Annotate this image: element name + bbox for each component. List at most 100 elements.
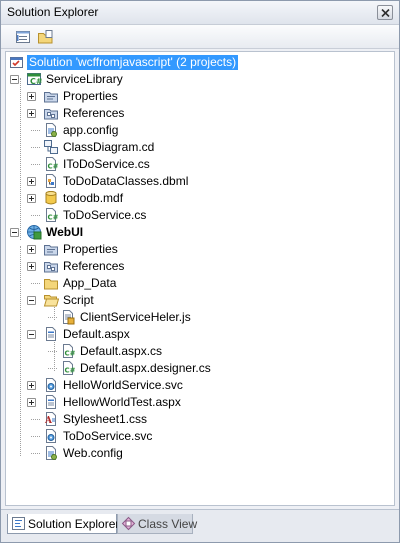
expand-icon[interactable] [27, 177, 36, 186]
tree-connector [48, 317, 57, 318]
close-button[interactable] [377, 5, 393, 20]
tree-item-label: HelloWorldService.svc [63, 378, 183, 392]
tree-row[interactable]: A Stylesheet1.css [6, 411, 394, 428]
tree-item-label: Default.aspx.designer.cs [80, 361, 211, 375]
tree-item-label: Stylesheet1.css [63, 412, 148, 426]
svc-file-icon [43, 377, 59, 393]
css-file-icon: A [43, 411, 59, 427]
tab-solution-explorer[interactable]: Solution Explorer [7, 514, 119, 534]
tree-item-label: ClassDiagram.cd [63, 140, 155, 154]
tree-row[interactable]: Default.aspx [6, 326, 394, 343]
tree-row[interactable]: References [6, 258, 394, 275]
aspx-file-icon [43, 326, 59, 342]
tree-row[interactable]: WebUI [6, 224, 394, 241]
tree-row[interactable]: ClientServiceHeler.js [6, 309, 394, 326]
tree-item-label: WebUI [46, 225, 84, 239]
svc-file-icon [43, 428, 59, 444]
collapse-icon[interactable] [27, 296, 36, 305]
tree-connector [31, 436, 40, 437]
config-file-icon [43, 445, 59, 461]
tree-row[interactable]: Properties [6, 241, 394, 258]
tree-connector [48, 368, 57, 369]
js-file-icon [60, 309, 76, 325]
collapse-icon[interactable] [10, 228, 19, 237]
config-file-icon [43, 122, 59, 138]
tree-row[interactable]: References [6, 105, 394, 122]
tree-item-label: Properties [63, 242, 118, 256]
solution-explorer-icon [11, 516, 26, 534]
tree-row[interactable]: C# ToDoService.cs [6, 207, 394, 224]
expand-icon[interactable] [27, 245, 36, 254]
tree-connector [48, 351, 57, 352]
tree-item-label: Web.config [63, 446, 123, 460]
tree-row[interactable]: C# Default.aspx.designer.cs [6, 360, 394, 377]
database-icon [43, 190, 59, 206]
tree-row[interactable]: App_Data [6, 275, 394, 292]
tree-item-label: app.config [63, 123, 119, 137]
show-all-files-button[interactable] [37, 29, 55, 45]
tree-item-label: ToDoDataClasses.dbml [63, 174, 189, 188]
folder-icon [43, 275, 59, 291]
tree-row[interactable]: HelloWorldService.svc [6, 377, 394, 394]
solution-tree[interactable]: Solution 'wcffromjavascript' (2 projects… [5, 51, 395, 506]
cs-file-icon: C# [43, 207, 59, 223]
properties-icon [16, 31, 30, 43]
expand-icon[interactable] [27, 262, 36, 271]
tree-item-label: IToDoService.cs [63, 157, 150, 171]
tree-item-label: ServiceLibrary [46, 72, 123, 86]
svg-text:C#: C# [48, 214, 59, 222]
tree-item-label: Script [63, 293, 94, 307]
solution-explorer-window: Solution Explorer Solution 'wcffromjavas… [0, 0, 400, 543]
tree-row[interactable]: C# IToDoService.cs [6, 156, 394, 173]
tree-connector [31, 130, 40, 131]
title-bar: Solution Explorer [1, 1, 399, 25]
expand-icon[interactable] [27, 109, 36, 118]
tree-connector [31, 147, 40, 148]
tree-row[interactable]: Solution 'wcffromjavascript' (2 projects… [6, 54, 394, 71]
tree-row[interactable]: HellowWorldTest.aspx [6, 394, 394, 411]
tree-item-label: HellowWorldTest.aspx [63, 395, 181, 409]
svg-text:C#: C# [30, 77, 42, 86]
tab-label: Class View [138, 517, 198, 531]
tree-row[interactable]: ToDoService.svc [6, 428, 394, 445]
cs-file-icon: C# [60, 343, 76, 359]
expand-icon[interactable] [27, 194, 36, 203]
tree-connector [31, 283, 40, 284]
tree-connector [31, 164, 40, 165]
tree-item-label: References [63, 259, 125, 273]
properties-button[interactable] [15, 29, 33, 45]
tree-row[interactable]: tododb.mdf [6, 190, 394, 207]
cs-file-icon: C# [43, 156, 59, 172]
dbml-file-icon [43, 173, 59, 189]
tree-row[interactable]: C# ServiceLibrary [6, 71, 394, 88]
tree-row[interactable]: ToDoDataClasses.dbml [6, 173, 394, 190]
properties-folder-icon [43, 241, 59, 257]
references-folder-icon [43, 105, 59, 121]
tree-item-label: ClientServiceHeler.js [80, 310, 191, 324]
close-icon [381, 9, 390, 17]
class-diagram-icon [43, 139, 59, 155]
tree-item-label: ToDoService.cs [63, 208, 147, 222]
folder-open-icon [43, 292, 59, 308]
tree-item-label: App_Data [63, 276, 117, 290]
tree-connector [31, 215, 40, 216]
solution-label: Solution 'wcffromjavascript' (2 projects… [27, 55, 239, 70]
references-folder-icon [43, 258, 59, 274]
csharp-project-icon: C# [26, 71, 42, 87]
tree-row[interactable]: ClassDiagram.cd [6, 139, 394, 156]
tree-row[interactable]: Web.config [6, 445, 394, 462]
tree-row[interactable]: app.config [6, 122, 394, 139]
properties-folder-icon [43, 88, 59, 104]
solution-icon [9, 54, 25, 70]
toolbar [1, 25, 399, 49]
collapse-icon[interactable] [10, 75, 19, 84]
tree-row[interactable]: Script [6, 292, 394, 309]
expand-icon[interactable] [27, 381, 36, 390]
expand-icon[interactable] [27, 92, 36, 101]
expand-icon[interactable] [27, 398, 36, 407]
tree-row[interactable]: C# Default.aspx.cs [6, 343, 394, 360]
tab-class-view[interactable]: Class View [117, 514, 197, 534]
collapse-icon[interactable] [27, 330, 36, 339]
tree-row[interactable]: Properties [6, 88, 394, 105]
tree-item-label: ToDoService.svc [63, 429, 153, 443]
